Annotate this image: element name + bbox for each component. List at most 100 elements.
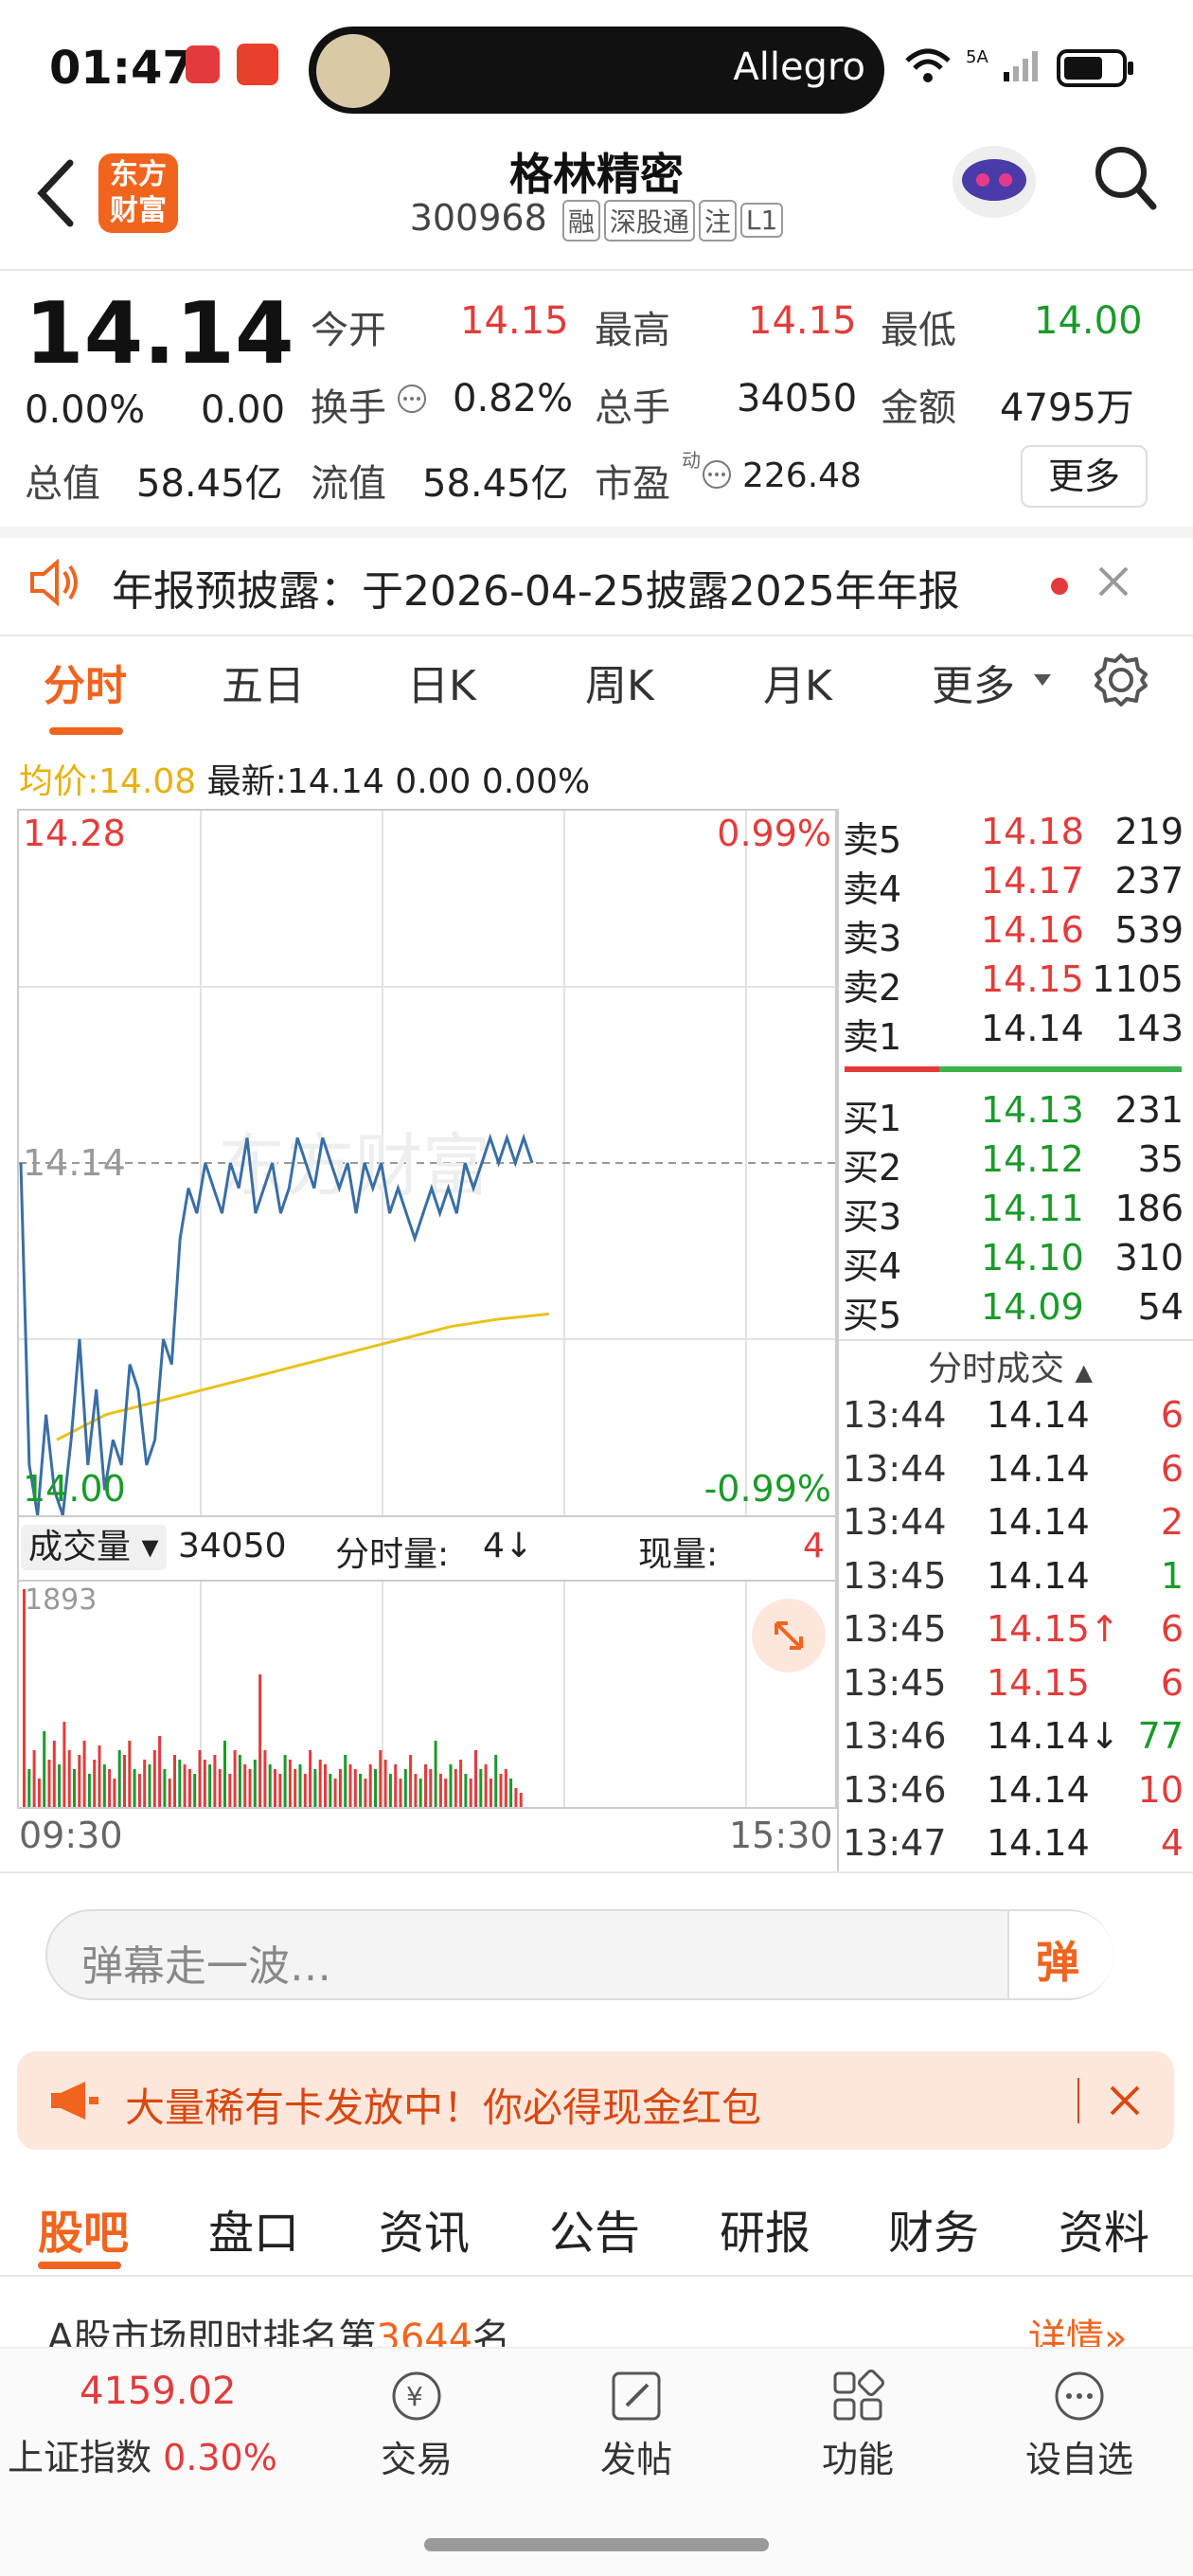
tab-announcements[interactable]: 公告 [549,2195,640,2262]
trade-row: 13:45 14.14 1 [839,1555,1184,1608]
trade-price: 14.14 [987,1554,1090,1597]
info-dots-icon[interactable] [396,383,428,415]
tab-more[interactable]: 更多 [932,652,1015,712]
tab-research[interactable]: 研报 [720,2195,810,2262]
post-label: 发帖 [599,2439,672,2480]
tab-finance[interactable]: 财务 [888,2195,979,2262]
bid-row: 买1 14.13 231 [839,1089,1184,1139]
bottom-pct-label: -0.99% [704,1468,831,1510]
add-watchlist-button[interactable]: 设自选 [1004,2360,1155,2482]
volume-bar [23,1589,26,1807]
tab-guba[interactable]: 股吧 [38,2195,129,2262]
volume-bar [113,1779,116,1807]
tab-news[interactable]: 资讯 [379,2195,470,2262]
volume-bar [213,1755,217,1807]
volume-bar [133,1769,136,1807]
tab-daily-k[interactable]: 日K [407,652,476,712]
post-button[interactable]: 发帖 [561,2360,712,2482]
avg-label: 均价: [19,762,99,801]
latest-label: 最新: [206,762,287,801]
pe-sup: 动 [682,449,701,472]
danmu-input[interactable]: 弹幕走一波… [81,1932,331,1993]
volume-bar [504,1769,507,1807]
trade-label: 交易 [380,2439,453,2480]
volume-plot[interactable] [19,1582,835,1807]
ask-price: 14.16 [981,909,1084,951]
tab-five-day[interactable]: 五日 [222,652,305,712]
intraday-chart[interactable]: 东方财富 14.28 0.99% 14.14 14.00 -0.99% 成交量 … [17,809,837,1809]
price-plot[interactable]: 东方财富 [19,811,835,1515]
tab-pankou[interactable]: 盘口 [208,2195,299,2262]
ask-row: 卖2 14.15 1105 [839,958,1184,1009]
change-pct: 0.00% [25,388,146,432]
tab-monthly-k[interactable]: 月K [763,652,832,712]
divider [0,1871,1193,1873]
ask-strength-bar [845,1066,939,1072]
tag-level: L1 [739,203,784,238]
media-pill[interactable]: Allegro [309,27,884,114]
trade-button[interactable]: ¥ 交易 [341,2360,492,2482]
volume-bar [233,1750,237,1807]
close-icon[interactable] [1095,563,1132,600]
trade-price: 14.14 [987,1447,1090,1490]
volume-bar [102,1764,106,1807]
volume-bar [58,1764,62,1807]
bid-label: 买2 [843,1147,902,1189]
wifi-icon [905,48,951,82]
promo-banner[interactable]: 大量稀有卡发放中！你必得现金红包 [17,2051,1174,2150]
ref-price-label: 14.14 [23,1142,126,1184]
notification-icon [186,45,220,83]
bid-price: 14.10 [981,1237,1084,1279]
volume-bar [368,1764,372,1807]
functions-button[interactable]: 功能 [782,2360,934,2482]
trade-time: 13:45 [843,1661,947,1704]
bid-qty: 310 [1114,1237,1184,1279]
gear-icon[interactable] [1093,652,1149,708]
add-watchlist-label: 设自选 [1024,2439,1133,2480]
close-icon[interactable] [1108,2084,1142,2118]
index-value[interactable]: 4159.02 [80,2370,236,2413]
turnover-value: 0.82% [453,377,574,420]
expand-button[interactable] [752,1599,826,1673]
divider [837,809,839,1873]
tab-intraday[interactable]: 分时 [44,652,127,712]
home-indicator[interactable] [424,2538,769,2551]
robot-assistant-icon[interactable] [947,138,1042,222]
pe-info-icon[interactable] [701,458,733,491]
more-button[interactable]: 更多 [1021,445,1148,508]
volume-bar [313,1769,317,1807]
divider [0,2275,1193,2277]
notice-bar[interactable]: 年报预披露：于2026-04-25披露2025年年报 [0,530,1193,636]
trade-price: 14.14↓ [987,1715,1120,1757]
trade-price: 14.14 [987,1394,1090,1436]
trades-title[interactable]: 分时成交 ▲ [928,1341,1093,1390]
bottom-price-label: 14.00 [23,1468,126,1510]
volume-header: 成交量 ▾ 34050 分时量: 4↓ 现量: 4 [19,1515,835,1582]
amount-label: 金额 [881,386,956,430]
bottom-pct: -0.99% [703,1468,831,1510]
ask-row: 卖4 14.17 237 [839,860,1184,910]
pe-label: 市盈 [595,462,670,506]
bid-price: 14.13 [981,1089,1084,1131]
ask-qty: 143 [1114,1008,1184,1049]
trade-row: 13:45 14.15 6 [839,1662,1184,1715]
bid-row: 买2 14.12 35 [839,1138,1184,1189]
volume-bar [163,1769,167,1807]
index-line[interactable]: 上证指数 0.30% [8,2428,277,2480]
tab-profile[interactable]: 资料 [1059,2195,1149,2262]
danmu-button[interactable]: 弹 [1007,1911,1113,1998]
tab-weekly-k[interactable]: 周K [585,652,654,712]
open-label: 今开 [311,309,386,352]
volume-bar [489,1779,492,1807]
volume-bar [258,1674,262,1807]
volume-bar [37,1779,41,1807]
ask-price: 14.14 [981,1008,1084,1049]
volume-selector[interactable]: 成交量 ▾ [21,1525,167,1570]
search-icon[interactable] [1093,144,1159,212]
volume-bar [418,1779,422,1807]
ask-price: 14.18 [981,811,1084,852]
float-value: 58.45亿 [422,462,569,506]
dropdown-caret-icon [1034,674,1051,686]
ask-label: 卖1 [843,1016,902,1058]
battery-icon [1057,49,1133,87]
